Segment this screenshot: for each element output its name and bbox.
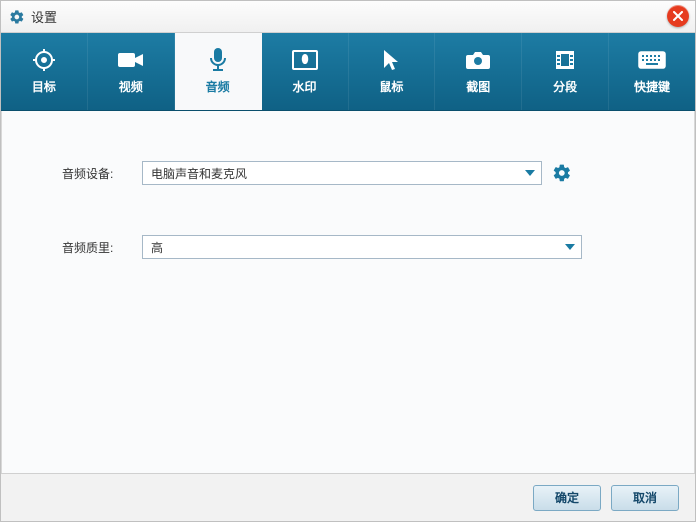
cursor-icon <box>377 48 405 72</box>
microphone-icon <box>204 48 232 72</box>
tab-label: 分段 <box>553 78 577 95</box>
chevron-down-icon <box>565 244 575 250</box>
audio-device-settings-button[interactable] <box>552 163 572 183</box>
button-label: 确定 <box>555 489 579 506</box>
button-label: 取消 <box>633 489 657 506</box>
audio-device-row: 音频设备: 电脑声音和麦克风 <box>62 161 654 185</box>
tab-label: 音频 <box>206 78 230 95</box>
audio-quality-select[interactable]: 高 <box>142 235 582 259</box>
tab-label: 鼠标 <box>379 78 403 95</box>
audio-device-select[interactable]: 电脑声音和麦克风 <box>142 161 542 185</box>
settings-window: 设置 目标 视频 音频 水印 <box>0 0 696 522</box>
tab-screenshot[interactable]: 截图 <box>435 33 522 110</box>
audio-device-label: 音频设备: <box>62 165 142 182</box>
chevron-down-icon <box>525 170 535 176</box>
watermark-icon <box>291 48 319 72</box>
tab-audio[interactable]: 音频 <box>175 33 262 110</box>
camera-icon <box>464 48 492 72</box>
footer: 确定 取消 <box>1 473 695 521</box>
audio-quality-label: 音频质里: <box>62 239 142 256</box>
select-value: 高 <box>151 239 163 256</box>
tab-bar: 目标 视频 音频 水印 鼠标 <box>1 33 695 111</box>
tab-target[interactable]: 目标 <box>1 33 88 110</box>
keyboard-icon <box>638 48 666 72</box>
close-button[interactable] <box>667 5 689 27</box>
audio-quality-row: 音频质里: 高 <box>62 235 654 259</box>
tab-segment[interactable]: 分段 <box>522 33 609 110</box>
ok-button[interactable]: 确定 <box>533 485 601 511</box>
tab-label: 目标 <box>32 78 56 95</box>
tab-hotkey[interactable]: 快捷键 <box>609 33 695 110</box>
titlebar: 设置 <box>1 1 695 33</box>
window-title: 设置 <box>31 7 57 26</box>
tab-mouse[interactable]: 鼠标 <box>349 33 436 110</box>
tab-label: 水印 <box>293 78 317 95</box>
tab-label: 截图 <box>466 78 490 95</box>
tab-watermark[interactable]: 水印 <box>262 33 349 110</box>
tab-label: 视频 <box>119 78 143 95</box>
gear-icon <box>9 9 25 25</box>
film-icon <box>551 48 579 72</box>
video-icon <box>117 48 145 72</box>
target-icon <box>30 48 58 72</box>
tab-label: 快捷键 <box>634 78 670 95</box>
cancel-button[interactable]: 取消 <box>611 485 679 511</box>
select-value: 电脑声音和麦克风 <box>151 165 247 182</box>
content-panel: 音频设备: 电脑声音和麦克风 音频质里: 高 <box>1 111 695 473</box>
tab-video[interactable]: 视频 <box>88 33 175 110</box>
